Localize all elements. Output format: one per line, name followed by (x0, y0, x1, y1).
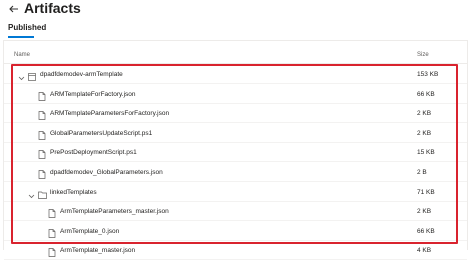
tab-bar: Published (0, 20, 474, 40)
row-name[interactable]: ArmTemplate_master.json (60, 242, 135, 260)
back-arrow-icon[interactable] (8, 2, 20, 14)
tab-selected-indicator (8, 36, 34, 38)
highlight-frame (11, 64, 458, 244)
column-header-name[interactable]: Name (14, 51, 30, 59)
tab-published[interactable]: Published (8, 22, 46, 34)
row-divider (4, 259, 467, 261)
column-header-size[interactable]: Size (417, 51, 429, 59)
page-header: Artifacts (0, 0, 474, 16)
row-size: 4 KB (417, 247, 432, 255)
artifacts-table: Name Size dpadfdemodev-armTemplate 153 KB… (3, 40, 468, 261)
page-title: Artifacts (24, 0, 81, 16)
table-row[interactable]: ArmTemplate_master.json 4 KB (4, 242, 467, 261)
